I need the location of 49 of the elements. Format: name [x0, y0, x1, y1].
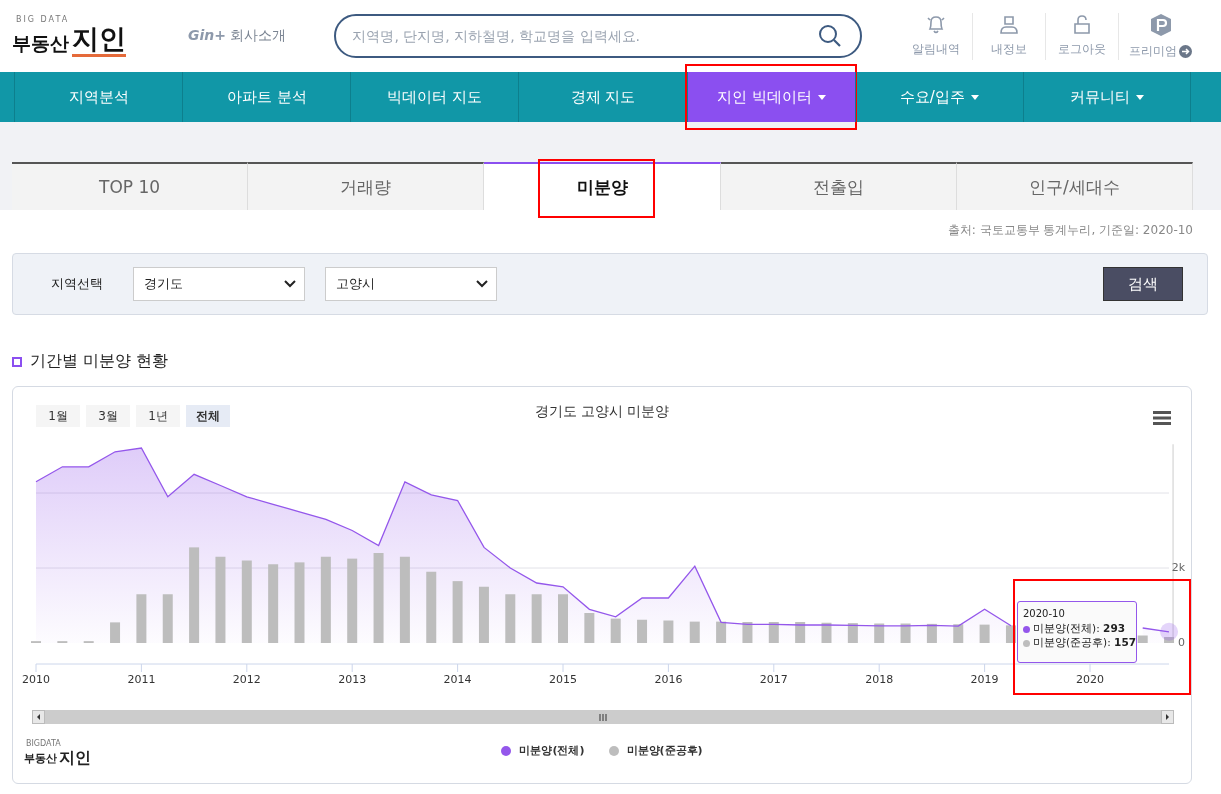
- x-tick-label: 2019: [970, 673, 999, 686]
- x-tick-label: 2016: [654, 673, 683, 686]
- range-button[interactable]: 3월: [86, 405, 130, 427]
- user-menu-label: 프리미엄: [1129, 42, 1178, 60]
- user-menu-item[interactable]: 내정보: [972, 12, 1046, 60]
- x-tick-label: 2012: [232, 673, 261, 686]
- tab[interactable]: 거래량: [248, 162, 485, 210]
- chart-title: 경기도 고양시 미분양: [534, 403, 670, 421]
- tooltip-value: 미분양(준공후): 157: [1033, 636, 1136, 650]
- x-tick-label: 2018: [865, 673, 894, 686]
- source-note: 출처: 국토교통부 통계누리, 기준일: 2020-10: [947, 223, 1193, 237]
- user-menu-label: 알림내역: [912, 40, 961, 58]
- legend-item[interactable]: 미분양(전체): [501, 743, 585, 758]
- nav-tab[interactable]: 지인 빅데이터: [686, 72, 855, 122]
- user-menu-label: 내정보: [991, 40, 1028, 58]
- user-menu-label: 로그아웃: [1058, 40, 1107, 58]
- range-button[interactable]: 1월: [36, 405, 80, 427]
- range-button[interactable]: 전체: [186, 405, 230, 427]
- filter-label: 지역선택: [51, 275, 104, 293]
- company-link[interactable]: Gin+ 회사소개: [188, 27, 287, 45]
- user-menu-item[interactable]: 프리미엄: [1118, 12, 1203, 60]
- section-title: 기간별 미분양 현황: [30, 351, 169, 372]
- dropdown[interactable]: 고양시: [325, 267, 497, 301]
- tab[interactable]: TOP 10: [12, 162, 249, 210]
- x-tick-label: 2020: [1076, 673, 1104, 686]
- tooltip-value: 미분양(전체): 293: [1033, 622, 1125, 636]
- user-menu-item[interactable]: 알림내역: [900, 12, 973, 60]
- x-tick-label: 2013: [338, 673, 367, 686]
- x-tick-label: 2017: [759, 673, 788, 686]
- footer-logo: BIGDATA 부동산지인: [24, 739, 91, 766]
- site-logo[interactable]: BIG DATA 부동산 지인: [12, 15, 148, 57]
- tab[interactable]: 전출입: [720, 162, 957, 210]
- range-button[interactable]: 1년: [136, 405, 180, 427]
- x-tick-label: 2015: [549, 673, 577, 686]
- x-tick-label: 2014: [443, 673, 472, 686]
- user-menu-item[interactable]: 로그아웃: [1045, 12, 1119, 60]
- legend-label: 미분양(전체): [519, 743, 585, 758]
- search-field[interactable]: 지역명, 단지명, 지하철명, 학교명을 입력세요.: [334, 14, 863, 58]
- x-tick-label: 2011: [127, 673, 156, 686]
- tab[interactable]: 미분양: [484, 162, 721, 210]
- y-tick-label: 2k: [1171, 561, 1186, 574]
- legend-item[interactable]: 미분양(준공후): [608, 743, 703, 758]
- dropdown[interactable]: 경기도: [133, 267, 305, 301]
- x-tick-label: 2010: [22, 673, 50, 686]
- y-tick-label: 0: [1178, 636, 1186, 649]
- search-button[interactable]: 검색: [1103, 267, 1183, 301]
- tooltip-date: 2020-10: [1023, 608, 1066, 619]
- tab[interactable]: 인구/세대수: [956, 162, 1193, 210]
- legend-label: 미분양(준공후): [626, 743, 703, 758]
